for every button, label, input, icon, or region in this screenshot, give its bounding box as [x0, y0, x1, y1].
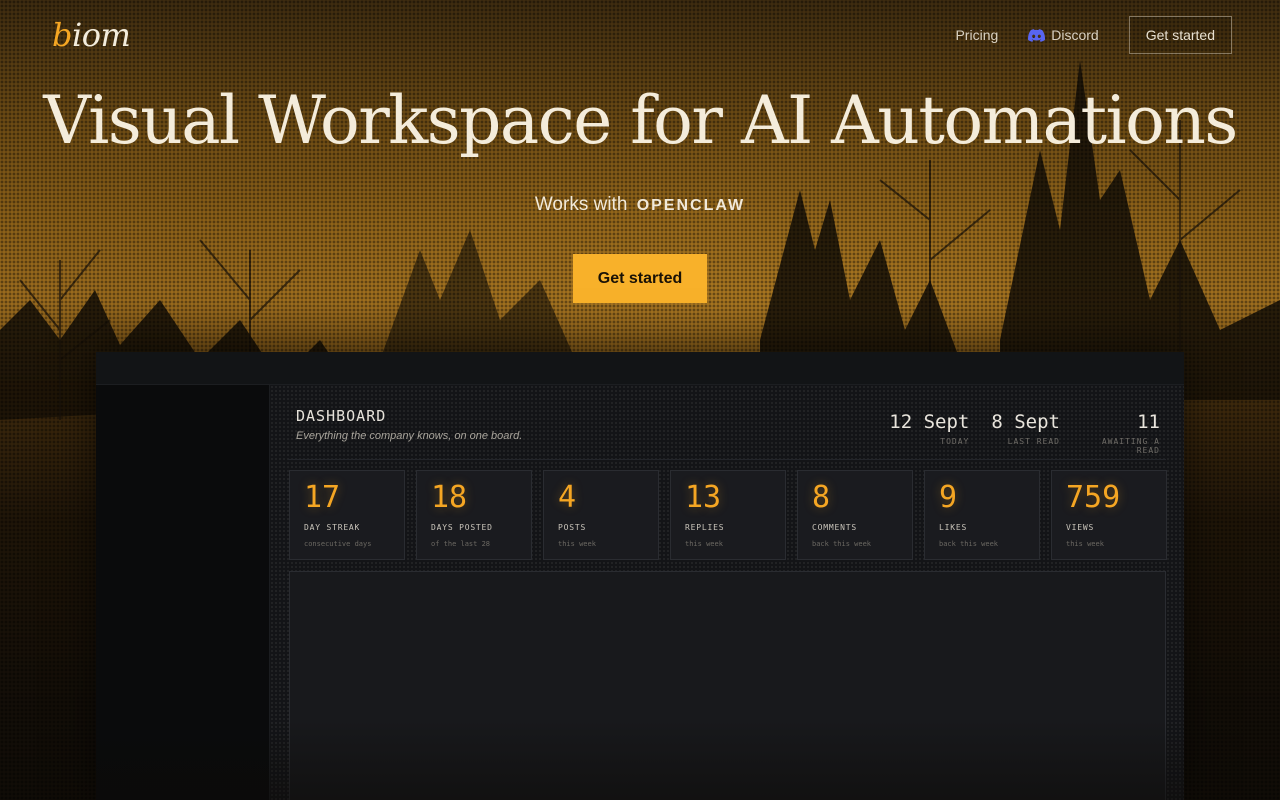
dashboard-title: DASHBOARD — [296, 407, 387, 425]
header-stat-last-read: 8 Sept LAST READ — [991, 411, 1060, 446]
header-divider — [288, 459, 1166, 460]
dashboard-content-panel — [289, 571, 1166, 800]
hero-subtitle: Works with OPENCLAW — [0, 194, 1280, 216]
dashboard-subtitle: Everything the company knows, on one boa… — [296, 430, 523, 442]
biom-logo[interactable]: biom — [52, 16, 131, 54]
app-topbar — [96, 352, 1184, 385]
app-sidebar — [96, 385, 270, 800]
app-preview-window: DASHBOARD Everything the company knows, … — [96, 352, 1184, 800]
dashboard-main: DASHBOARD Everything the company knows, … — [270, 385, 1184, 800]
hero-title: Visual Workspace for AI Automations — [43, 82, 1238, 159]
hero-get-started-button[interactable]: Get started — [573, 254, 707, 303]
stat-card-likes[interactable]: 9 LIKES back this week — [924, 470, 1040, 560]
stat-card-days-posted[interactable]: 18 DAYS POSTED of the last 28 — [416, 470, 532, 560]
dashboard-header: DASHBOARD Everything the company knows, … — [296, 407, 522, 442]
top-nav: Pricing Discord Get started — [955, 16, 1232, 54]
nav-discord-label: Discord — [1051, 27, 1099, 43]
works-with-text: Works with — [534, 194, 628, 215]
stat-cards: 17 DAY STREAK consecutive days 18 DAYS P… — [289, 470, 1167, 560]
stat-card-comments[interactable]: 8 COMMENTS back this week — [797, 470, 913, 560]
stat-card-views[interactable]: 759 VIEWS this week — [1051, 470, 1167, 560]
stat-card-posts[interactable]: 4 POSTS this week — [543, 470, 659, 560]
stat-card-replies[interactable]: 13 REPLIES this week — [670, 470, 786, 560]
nav-discord-link[interactable]: Discord — [1028, 27, 1099, 43]
header-stat-today: 12 Sept TODAY — [889, 411, 970, 446]
nav-pricing-link[interactable]: Pricing — [955, 27, 998, 43]
discord-icon — [1028, 28, 1046, 42]
dashboard-header-stats: 12 Sept TODAY 8 Sept LAST READ 11 AWAITI… — [889, 411, 1160, 455]
header-stat-awaiting: 11 AWAITING A READ — [1101, 411, 1160, 455]
nav-get-started-button[interactable]: Get started — [1128, 16, 1232, 54]
openclaw-brand: OPENCLAW — [636, 197, 746, 214]
stat-card-day-streak[interactable]: 17 DAY STREAK consecutive days — [289, 470, 405, 560]
